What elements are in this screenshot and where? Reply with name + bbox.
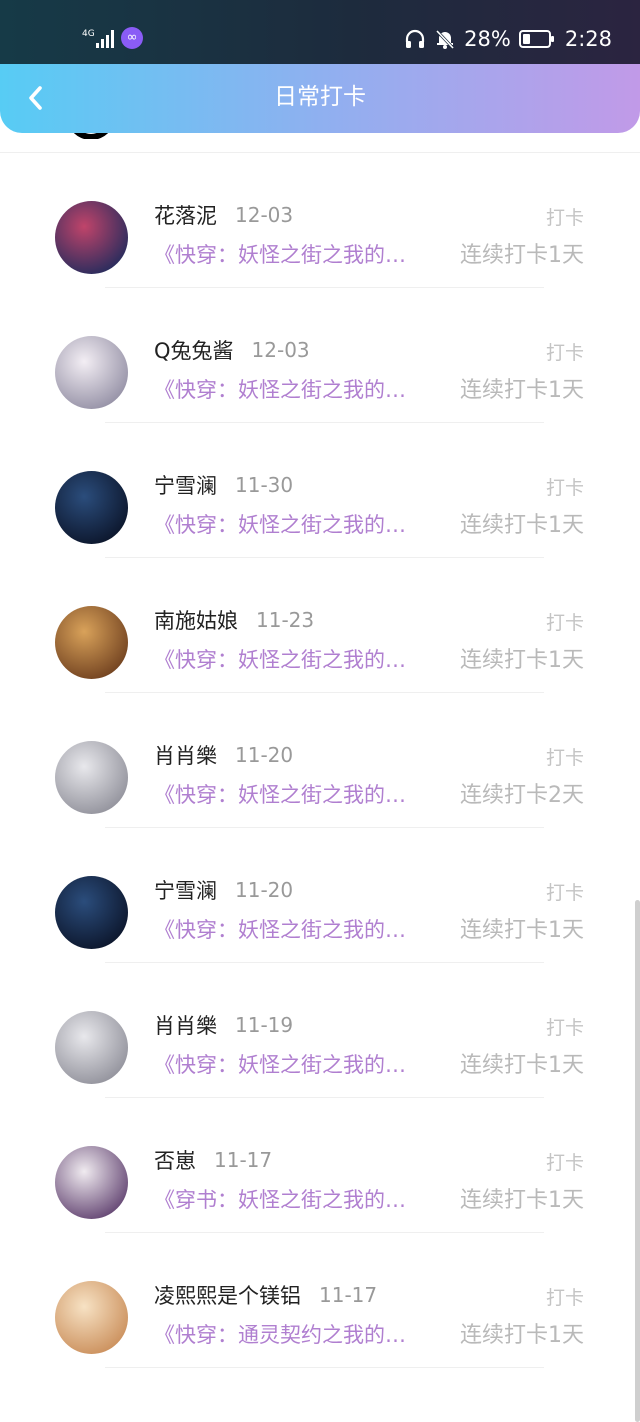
girl-photo-avatar[interactable] (55, 606, 128, 679)
streak-count: 连续打卡2天 (460, 783, 584, 808)
book-title-link[interactable]: 《快穿：妖怪之街之我的… (154, 1049, 434, 1079)
clock: 2:28 (564, 27, 612, 51)
checkin-row[interactable]: 南施姑娘 11-23 打卡《快穿：妖怪之街之我的… 连续打卡1天 (0, 558, 640, 693)
streak-count: 连续打卡1天 (460, 133, 584, 134)
streak-count: 连续打卡1天 (460, 378, 584, 403)
checkin-label: 打卡 (545, 747, 584, 769)
streak-count: 连续打卡1天 (460, 1323, 584, 1348)
checkin-label: 打卡 (545, 612, 584, 634)
user-name[interactable]: 肖肖樂 (154, 740, 217, 770)
bell-off-icon (436, 29, 455, 50)
book-title-link[interactable]: 《穿书：妖怪之街之我的… (154, 1184, 434, 1214)
checkin-label: 打卡 (545, 882, 584, 904)
status-right: 28% 2:28 (404, 24, 612, 54)
user-name[interactable]: 宁雪澜 (154, 875, 217, 905)
checkin-label: 打卡 (545, 207, 584, 229)
starry-sky-avatar[interactable] (55, 471, 128, 544)
checkin-date: 11-30 (235, 473, 294, 497)
qq-penguin-avatar[interactable] (55, 133, 128, 139)
checkin-list[interactable]: 《快穿：妖怪之街之我的…连续打卡1天花落泥12-03打卡《快穿：妖怪之街之我的…… (0, 133, 640, 1422)
checkin-date: 11-17 (319, 1283, 378, 1307)
checkin-label: 打卡 (545, 1017, 584, 1039)
checkin-date: 11-20 (235, 878, 294, 902)
checkin-row[interactable]: 宁雪澜 11-20 打卡《快穿：妖怪之街之我的… 连续打卡1天 (0, 828, 640, 963)
checkin-date: 11-20 (235, 743, 294, 767)
streak-count: 连续打卡1天 (460, 1188, 584, 1213)
svg-text:4G: 4G (82, 29, 95, 39)
checkin-list-inner: 《快穿：妖怪之街之我的…连续打卡1天花落泥12-03打卡《快穿：妖怪之街之我的…… (0, 133, 640, 1368)
row-header: 花落泥 12-03 (154, 200, 293, 230)
checkin-row[interactable]: 肖肖樂 11-19 打卡《快穿：妖怪之街之我的… 连续打卡1天 (0, 963, 640, 1098)
row-header: Q兔兔酱 12-03 (154, 335, 310, 365)
book-title-link[interactable]: 《快穿：妖怪之街之我的… (154, 239, 434, 269)
checkin-row[interactable]: Q兔兔酱 12-03 打卡《快穿：妖怪之街之我的… 连续打卡1天 (0, 288, 640, 423)
checkin-label: 打卡 (545, 477, 584, 499)
row-header: 凌熙熙是个镁铝 11-17 (154, 1280, 377, 1310)
row-header: 肖肖樂 11-20 (154, 740, 293, 770)
checkin-date: 12-03 (235, 203, 294, 227)
user-name[interactable]: Q兔兔酱 (154, 335, 234, 365)
checkin-row[interactable]: 《快穿：妖怪之街之我的… 连续打卡1天 (0, 133, 640, 153)
user-name[interactable]: 宁雪澜 (154, 470, 217, 500)
streak-count: 连续打卡1天 (460, 243, 584, 268)
checkin-date: 12-03 (251, 338, 310, 362)
book-title-link[interactable]: 《快穿：妖怪之街之我的… (154, 133, 434, 134)
book-title-link[interactable]: 《快穿：妖怪之街之我的… (154, 509, 434, 539)
row-header: 南施姑娘 11-23 (154, 605, 314, 635)
signal-icon: 4G (82, 29, 114, 48)
user-name[interactable]: 花落泥 (154, 200, 217, 230)
anime-boy-avatar[interactable] (55, 1146, 128, 1219)
headphones-icon (406, 29, 425, 48)
streak-count: 连续打卡1天 (460, 1053, 584, 1078)
nebula-avatar[interactable] (55, 201, 128, 274)
battery-percent: 28% (464, 27, 511, 51)
book-title-link[interactable]: 《快穿：妖怪之街之我的… (154, 374, 434, 404)
battery-level (522, 34, 530, 44)
row-header: 否崽 11-17 (154, 1145, 272, 1175)
checkin-date: 11-23 (256, 608, 315, 632)
user-name[interactable]: 南施姑娘 (154, 605, 238, 635)
row-header: 宁雪澜 11-30 (154, 470, 293, 500)
checkin-page: 4G ∞ 28% 2:28 日常打卡 花落泥 12-03 打卡 《快穿：妖怪之街… (0, 0, 640, 1422)
checkin-row[interactable]: 宁雪澜 11-30 打卡《快穿：妖怪之街之我的… 连续打卡1天 (0, 423, 640, 558)
sketch-boy-avatar[interactable] (55, 741, 128, 814)
sketch-boy-avatar[interactable] (55, 1011, 128, 1084)
checkin-date: 11-17 (214, 1148, 273, 1172)
streak-count: 连续打卡1天 (460, 918, 584, 943)
user-name[interactable]: 肖肖樂 (154, 1010, 217, 1040)
streak-count: 连续打卡1天 (460, 648, 584, 673)
checkin-label: 打卡 (545, 1287, 584, 1309)
checkin-row[interactable]: 凌熙熙是个镁铝 11-17 打卡《快穿：通灵契约之我的… 连续打卡1天 (0, 1233, 640, 1368)
anime-girl-avatar[interactable] (55, 336, 128, 409)
smiling-girl-avatar[interactable] (55, 1281, 128, 1354)
battery-icon (518, 30, 554, 48)
row-header: 宁雪澜 11-20 (154, 875, 293, 905)
checkin-row[interactable]: 否崽 11-17 打卡《穿书：妖怪之街之我的… 连续打卡1天 (0, 1098, 640, 1233)
starry-sky-avatar[interactable] (55, 876, 128, 949)
checkin-label: 打卡 (545, 342, 584, 364)
checkin-label: 打卡 (545, 1152, 584, 1174)
book-title-link[interactable]: 《快穿：妖怪之街之我的… (154, 644, 434, 674)
checkin-row[interactable]: 肖肖樂 11-20 打卡《快穿：妖怪之街之我的… 连续打卡2天 (0, 693, 640, 828)
user-name[interactable]: 凌熙熙是个镁铝 (154, 1280, 301, 1310)
book-title-link[interactable]: 《快穿：妖怪之街之我的… (154, 914, 434, 944)
streak-count: 连续打卡1天 (460, 513, 584, 538)
header-bar: 日常打卡 (0, 64, 640, 133)
infinity-icon: ∞ (121, 27, 143, 49)
user-name[interactable]: 否崽 (154, 1145, 196, 1175)
book-title-link[interactable]: 《快穿：通灵契约之我的… (154, 1319, 434, 1349)
row-header: 肖肖樂 11-19 (154, 1010, 293, 1040)
checkin-row[interactable]: 花落泥 12-03 打卡《快穿：妖怪之街之我的… 连续打卡1天 (0, 153, 640, 288)
scrollbar[interactable] (635, 900, 640, 1422)
page-title: 日常打卡 (274, 84, 366, 110)
book-title-link[interactable]: 《快穿：妖怪之街之我的… (154, 779, 434, 809)
checkin-date: 11-19 (235, 1013, 294, 1037)
row-divider (105, 1367, 544, 1368)
